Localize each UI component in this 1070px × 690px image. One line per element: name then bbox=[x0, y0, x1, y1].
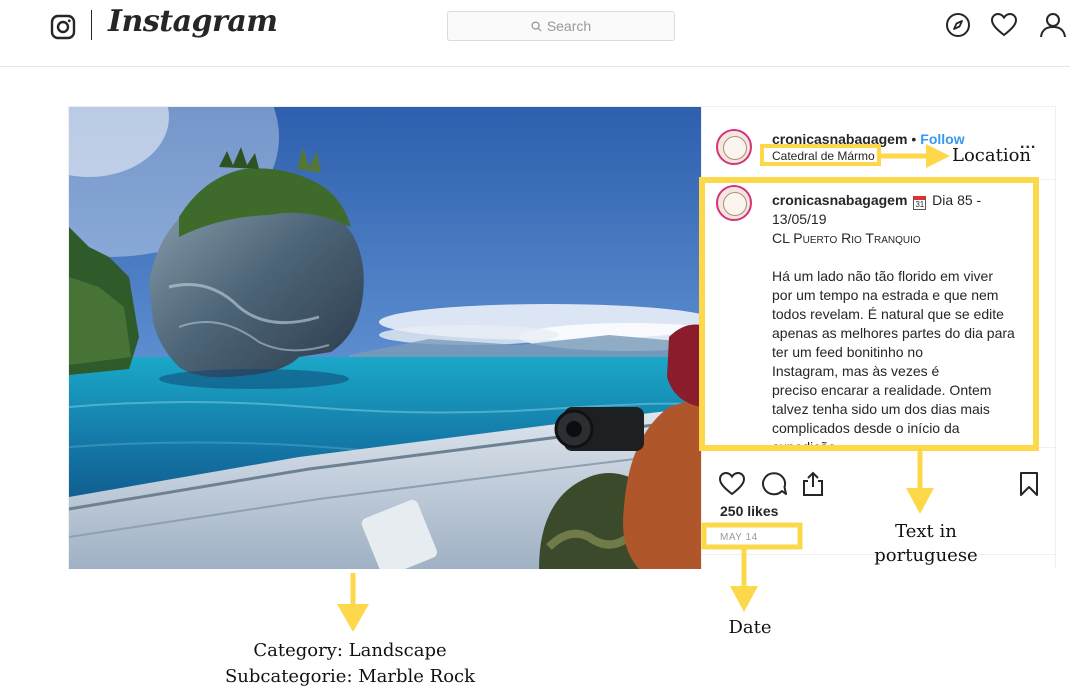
like-heart-icon[interactable] bbox=[718, 471, 746, 497]
caption-body-line: ter um feed bonitinho no bbox=[772, 344, 923, 360]
likes-count[interactable]: 250 likes bbox=[720, 503, 778, 519]
caption-body-line: talvez tenha sido um dos dias mais bbox=[772, 401, 990, 417]
caption-body-line: apenas as melhores partes do dia para bbox=[772, 325, 1015, 341]
actions-divider bbox=[702, 447, 1055, 448]
caption-username[interactable]: cronicasnabagagem bbox=[772, 192, 907, 208]
annotation-category-line: Category: Landscape bbox=[253, 640, 447, 661]
post-side-panel: cronicasnabagagem • Follow Catedral de Már… bbox=[701, 107, 1055, 569]
post-date: MAY 14 bbox=[720, 532, 758, 543]
logo-divider bbox=[91, 10, 92, 40]
calendar-icon: 31 bbox=[913, 196, 927, 210]
annotation-text-line-2: portuguese bbox=[874, 545, 978, 566]
annotation-text: Text in portuguese bbox=[856, 520, 996, 568]
instagram-wordmark[interactable]: Instagram bbox=[108, 4, 278, 39]
caption-body-line: preciso encarar a realidade. Ontem bbox=[772, 382, 992, 398]
caption-body-line: por um tempo na estrada e que nem bbox=[772, 287, 999, 303]
instagram-camera-icon[interactable] bbox=[50, 14, 76, 40]
caption-line-2: CL Puerto Rio Tranquio bbox=[772, 230, 921, 246]
search-placeholder: Search bbox=[546, 18, 592, 34]
post-card: cronicasnabagagem • Follow Catedral de Már… bbox=[68, 106, 1056, 569]
search-input[interactable]: Search bbox=[447, 11, 675, 41]
bookmark-icon[interactable] bbox=[1018, 471, 1040, 497]
annotation-location: Location bbox=[952, 145, 1032, 166]
annotation-text-line-1: Text in bbox=[895, 521, 957, 542]
annotation-category: Category: Landscape Subcategorie: Marble… bbox=[190, 638, 510, 690]
heart-icon[interactable] bbox=[990, 12, 1018, 38]
caption-body-line: Há um lado não tão florido em viver bbox=[772, 268, 993, 284]
annotation-subcategory-line: Subcategorie: Marble Rock bbox=[224, 666, 476, 687]
landscape-photo-illustration bbox=[69, 107, 701, 569]
compass-icon[interactable] bbox=[945, 12, 971, 38]
annotation-date: Date bbox=[728, 617, 772, 638]
caption-body-line: todos revelam. É natural que se edite bbox=[772, 306, 1004, 322]
comment-icon[interactable] bbox=[760, 471, 788, 497]
caption-body-line: expedição bbox=[772, 439, 836, 447]
post-caption: cronicasnabagagem 31 Dia 85 - 13/05/19 C… bbox=[772, 191, 1038, 447]
caption-avatar[interactable] bbox=[716, 185, 752, 221]
caption-body-line: complicados desde o início da bbox=[772, 420, 960, 436]
caption-body-line: Instagram, mas às vezes é bbox=[772, 363, 940, 379]
post-photo[interactable] bbox=[69, 107, 701, 569]
share-icon[interactable] bbox=[800, 471, 826, 497]
profile-icon[interactable] bbox=[1040, 12, 1070, 38]
top-nav-bar: Instagram Search bbox=[0, 0, 1070, 67]
search-icon bbox=[531, 20, 542, 32]
